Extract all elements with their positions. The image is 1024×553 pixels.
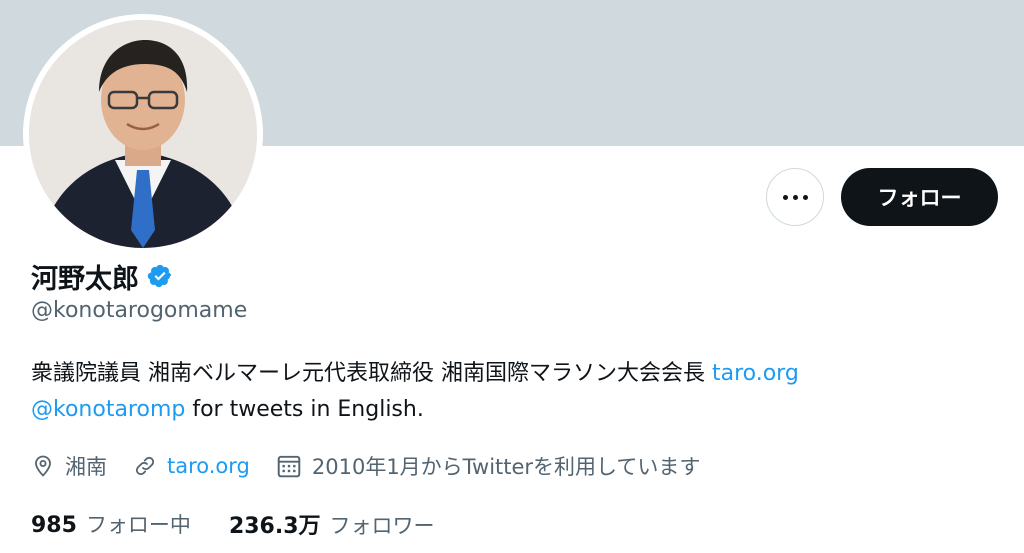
meta-location: 湘南: [31, 451, 107, 481]
more-horizontal-icon: [782, 194, 808, 200]
bio-suffix: for tweets in English.: [185, 397, 424, 422]
calendar-icon: [277, 455, 301, 478]
profile-stats: 985 フォロー中 236.3万 フォロワー: [31, 507, 473, 541]
profile-handle: @konotarogomame: [31, 298, 248, 323]
bio-mention-link[interactable]: @konotaromp: [31, 397, 185, 422]
meta-website[interactable]: taro.org: [133, 454, 250, 478]
profile-meta: 湘南 taro.org 2010年1月からTwitterを利用しています: [31, 448, 726, 484]
followers-label: フォロワー: [329, 514, 435, 538]
joined-text: 2010年1月からTwitterを利用しています: [311, 455, 701, 479]
avatar[interactable]: [29, 20, 257, 248]
more-options-button[interactable]: [766, 168, 824, 226]
following-count: 985: [31, 513, 77, 538]
location-text: 湘南: [65, 455, 107, 479]
profile-bio: 衆議院議員 湘南ベルマーレ元代表取締役 湘南国際マラソン大会会長 taro.or…: [31, 356, 991, 428]
display-name: 河野太郎: [31, 263, 139, 295]
bio-text: 衆議院議員 湘南ベルマーレ元代表取締役 湘南国際マラソン大会会長: [31, 361, 712, 386]
name-row: 河野太郎: [31, 258, 173, 295]
avatar-image: [29, 20, 257, 248]
verified-badge-icon[interactable]: [147, 263, 173, 289]
website-link[interactable]: taro.org: [167, 454, 250, 478]
meta-joined: 2010年1月からTwitterを利用しています: [276, 451, 701, 481]
follow-button[interactable]: フォロー: [841, 168, 998, 226]
bio-website-link[interactable]: taro.org: [712, 361, 799, 386]
location-pin-icon: [35, 455, 51, 477]
followers-count: 236.3万: [228, 514, 321, 539]
following-stat[interactable]: 985 フォロー中: [31, 509, 191, 539]
link-icon: [135, 456, 155, 476]
followers-stat[interactable]: 236.3万 フォロワー: [229, 508, 435, 540]
following-label: フォロー中: [85, 513, 191, 537]
